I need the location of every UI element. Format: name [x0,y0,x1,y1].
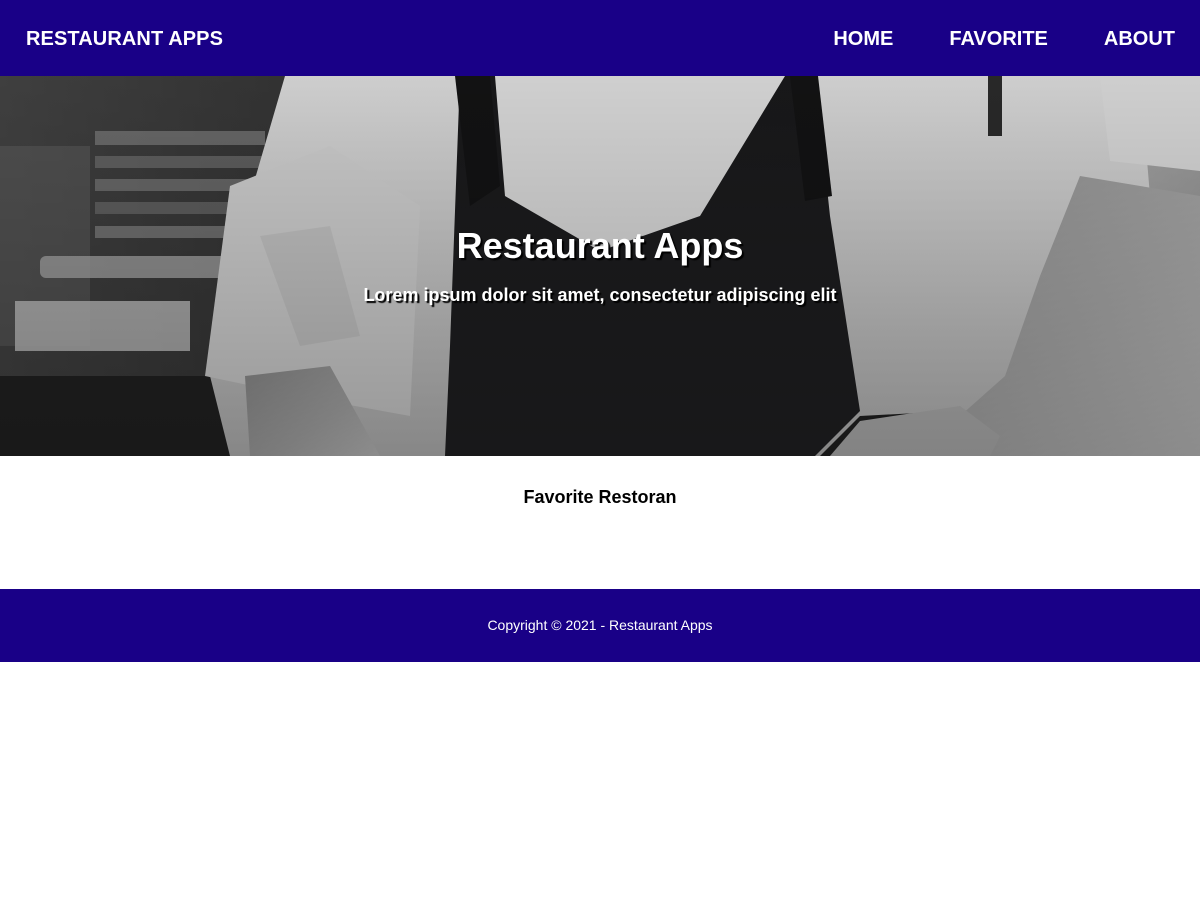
nav-link-about[interactable]: ABOUT [1076,0,1200,76]
nav-item-about: ABOUT [1076,0,1200,76]
nav-item-favorite: FAVORITE [921,0,1076,76]
copyright-text: Copyright © 2021 - Restaurant Apps [487,617,713,633]
page-footer: Copyright © 2021 - Restaurant Apps [0,589,1200,662]
main-nav: HOME FAVORITE ABOUT [805,0,1200,76]
app-bar: RESTAURANT APPS HOME FAVORITE ABOUT [0,0,1200,76]
hero-title: Restaurant Apps [456,225,744,266]
hero-subtitle: Lorem ipsum dolor sit amet, consectetur … [363,285,837,305]
nav-link-favorite[interactable]: FAVORITE [921,0,1076,76]
main-content: Favorite Restoran [0,456,1200,589]
hero-content: Restaurant Apps Lorem ipsum dolor sit am… [0,76,1200,456]
brand-logo-link[interactable]: RESTAURANT APPS [26,27,223,51]
favorite-section-title: Favorite Restoran [523,487,677,507]
nav-item-home: HOME [805,0,921,76]
nav-link-home[interactable]: HOME [805,0,921,76]
hero-banner: Restaurant Apps Lorem ipsum dolor sit am… [0,76,1200,456]
restaurant-list [40,526,1160,566]
